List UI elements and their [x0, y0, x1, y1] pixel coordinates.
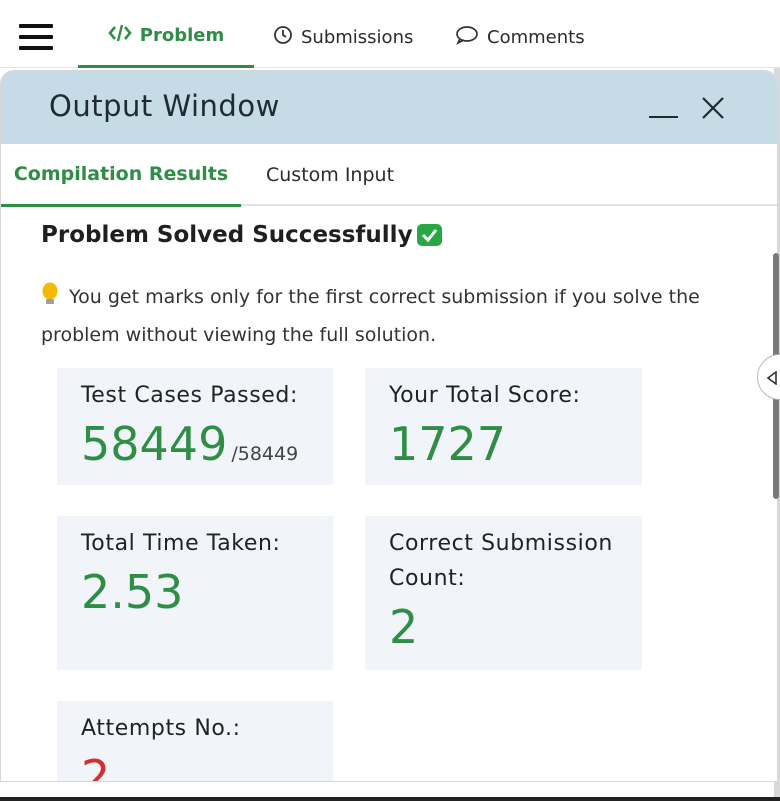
output-window: Output Window Compilation Results Custom…: [0, 70, 778, 782]
submission-count-card: Correct Submission Count: 2: [365, 516, 642, 670]
test-cases-card: Test Cases Passed: 58449/58449: [57, 368, 333, 485]
chevron-left-icon: [766, 371, 777, 385]
submission-count-value: 2: [389, 600, 419, 654]
code-icon: [108, 24, 132, 47]
app-frame: Problem Submissions Comments Output Wind…: [0, 0, 780, 801]
attempts-card: Attempts No.: 2: [57, 701, 333, 782]
tab-submissions[interactable]: Submissions: [273, 6, 413, 68]
output-window-header: Output Window: [1, 71, 777, 144]
tab-submissions-label: Submissions: [301, 26, 414, 48]
marks-note: You get marks only for the first correct…: [41, 280, 741, 353]
hamburger-menu-icon[interactable]: [19, 24, 53, 54]
time-value: 2.53: [81, 565, 184, 619]
score-value: 1727: [389, 417, 507, 471]
output-window-title: Output Window: [49, 89, 280, 123]
attempts-value: 2: [81, 750, 111, 782]
clock-icon: [273, 25, 293, 50]
solved-headline-text: Problem Solved Successfully: [41, 222, 413, 248]
top-nav: Problem Submissions Comments: [0, 6, 780, 68]
lightbulb-icon: [41, 282, 63, 318]
minimize-icon[interactable]: [649, 116, 678, 118]
results-content: Problem Solved Successfully You get mark…: [1, 208, 771, 782]
tab-problem[interactable]: Problem: [78, 6, 254, 68]
solved-headline: Problem Solved Successfully: [41, 222, 442, 248]
tab-custom-input[interactable]: Custom Input: [266, 144, 394, 206]
marks-note-text: You get marks only for the first correct…: [41, 286, 700, 346]
close-icon[interactable]: [698, 93, 728, 123]
test-cases-value: 58449: [81, 417, 228, 471]
test-cases-value-row: 58449/58449: [81, 413, 309, 475]
check-icon: [416, 224, 442, 246]
tab-comments[interactable]: Comments: [455, 6, 585, 68]
comment-icon: [455, 25, 479, 50]
output-window-tabs: Compilation Results Custom Input: [1, 144, 777, 207]
test-cases-label: Test Cases Passed:: [81, 383, 299, 408]
test-cases-total: /58449: [231, 443, 299, 465]
tab-comments-label: Comments: [487, 26, 585, 48]
bottom-edge: [0, 797, 780, 801]
tab-compilation-results[interactable]: Compilation Results: [1, 144, 241, 207]
submission-count-label: Correct Submission Count:: [389, 531, 613, 591]
score-card: Your Total Score: 1727: [365, 368, 642, 485]
tab-problem-label: Problem: [139, 25, 225, 46]
time-card: Total Time Taken: 2.53: [57, 516, 333, 670]
score-label: Your Total Score:: [389, 383, 581, 408]
time-label: Total Time Taken:: [81, 531, 281, 556]
attempts-label: Attempts No.:: [81, 716, 241, 741]
